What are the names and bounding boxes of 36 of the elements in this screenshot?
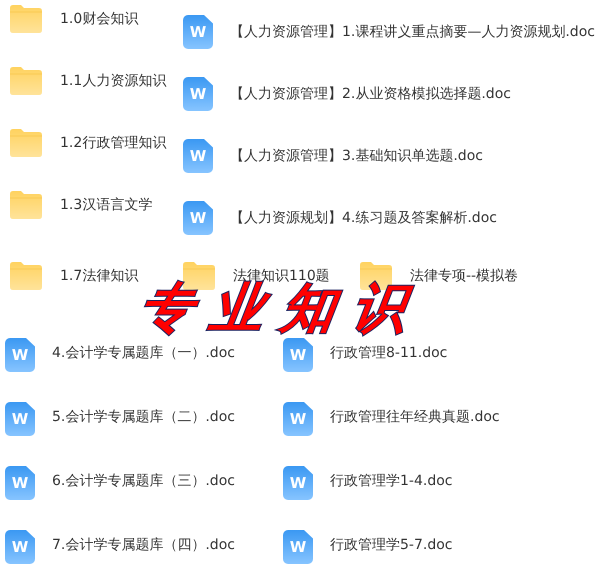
file-name[interactable]: 6.会计学专属题库（三）.doc	[52, 472, 235, 490]
word-document-icon: W	[283, 338, 313, 372]
folder-icon	[10, 67, 42, 95]
word-document-icon: W	[183, 139, 213, 173]
folder-name[interactable]: 1.7法律知识	[60, 267, 138, 285]
file-name[interactable]: 行政管理学1-4.doc	[330, 472, 452, 490]
file-name[interactable]: 5.会计学专属题库（二）.doc	[52, 408, 235, 426]
banner-title: 专业知识	[136, 282, 428, 335]
file-name[interactable]: 【人力资源管理】2.从业资格模拟选择题.doc	[230, 85, 511, 103]
folder-icon	[10, 262, 42, 290]
file-name[interactable]: 【人力资源规划】4.练习题及答案解析.doc	[230, 209, 497, 227]
file-name[interactable]: 【人力资源管理】1.课程讲义重点摘要—人力资源规划.doc	[230, 23, 595, 41]
word-document-icon: W	[5, 402, 35, 436]
folder-icon	[10, 129, 42, 157]
file-name[interactable]: 4.会计学专属题库（一）.doc	[52, 344, 235, 362]
word-document-icon: W	[283, 530, 313, 564]
file-name[interactable]: 7.会计学专属题库（四）.doc	[52, 536, 235, 554]
file-name[interactable]: 行政管理学5-7.doc	[330, 536, 452, 554]
folder-name[interactable]: 法律专项--模拟卷	[410, 267, 518, 285]
folder-name[interactable]: 1.0财会知识	[60, 10, 138, 28]
word-document-icon: W	[283, 466, 313, 500]
word-document-icon: W	[5, 338, 35, 372]
word-document-icon: W	[183, 201, 213, 235]
word-document-icon: W	[5, 466, 35, 500]
file-name[interactable]: 行政管理8-11.doc	[330, 344, 448, 362]
folder-name[interactable]: 1.1人力资源知识	[60, 72, 166, 90]
word-document-icon: W	[183, 77, 213, 111]
file-name[interactable]: 行政管理往年经典真题.doc	[330, 408, 500, 426]
word-document-icon: W	[183, 15, 213, 49]
folder-name[interactable]: 1.2行政管理知识	[60, 134, 166, 152]
folder-icon	[10, 191, 42, 219]
folder-name[interactable]: 1.3汉语言文学	[60, 196, 152, 214]
file-name[interactable]: 【人力资源管理】3.基础知识单选题.doc	[230, 147, 483, 165]
word-document-icon: W	[283, 402, 313, 436]
word-document-icon: W	[5, 530, 35, 564]
folder-icon	[10, 5, 42, 33]
